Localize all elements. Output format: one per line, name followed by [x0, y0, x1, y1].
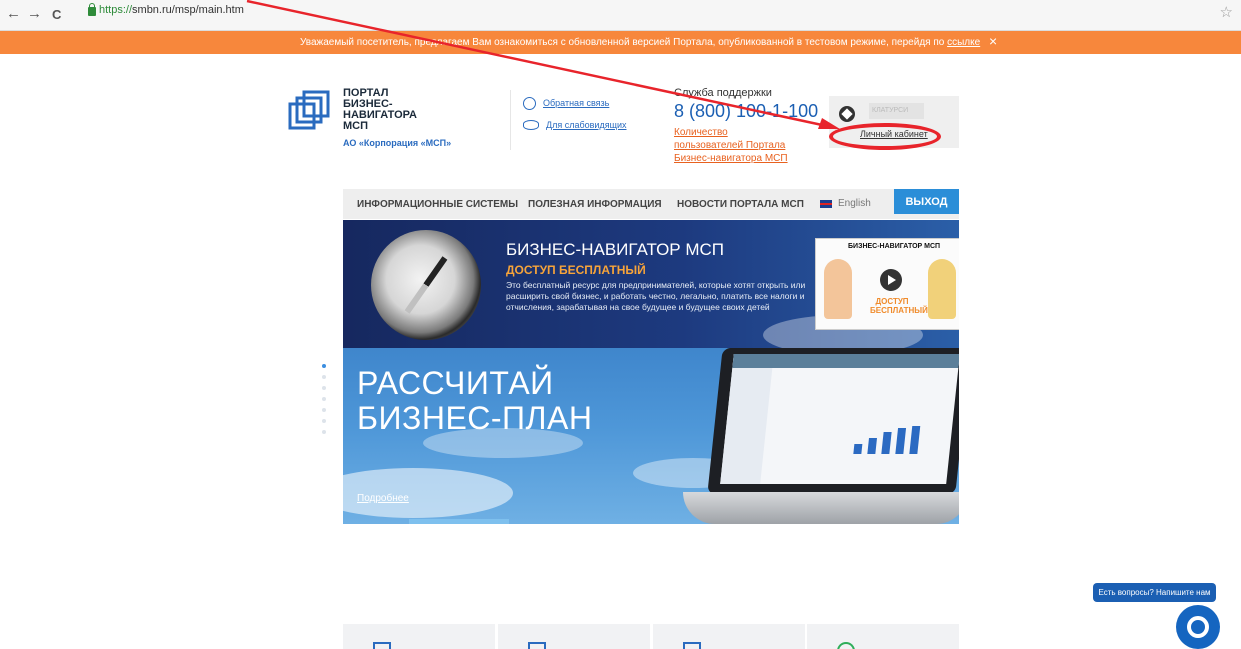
address-bar[interactable]: https://smbn.ru/msp/main.htm — [99, 4, 244, 16]
slider-dot[interactable] — [322, 430, 326, 434]
service-card[interactable] — [343, 624, 495, 649]
slide-title-line: РАССЧИТАЙ — [357, 365, 554, 401]
laptop-ui-header — [732, 354, 959, 368]
laptop-ui-chart-bar — [853, 444, 863, 454]
slider-dot[interactable] — [322, 397, 326, 401]
hero-subtitle: ДОСТУП БЕСПЛАТНЫЙ — [506, 263, 646, 277]
video-thumbnail[interactable]: БИЗНЕС-НАВИГАТОР МСП ДОСТУП БЕСПЛАТНЫЙ — [815, 238, 959, 330]
portal-logo-icon[interactable] — [288, 90, 332, 134]
eye-icon — [523, 120, 539, 130]
support-phone[interactable]: 8 (800) 100-1-100 — [674, 101, 818, 122]
page: ← → C https://smbn.ru/msp/main.htm ☆ Ува… — [0, 0, 1241, 649]
support-label: Служба поддержки — [674, 87, 772, 99]
logo-line: МСП — [343, 120, 369, 132]
portal-logo-text[interactable]: ПОРТАЛ БИЗНЕС- НАВИГАТОРА МСП — [343, 88, 417, 132]
slider-dots — [322, 364, 328, 441]
hero-description: Это бесплатный ресурс для предпринимател… — [506, 280, 806, 312]
hero-banner[interactable]: БИЗНЕС-НАВИГАТОР МСП ДОСТУП БЕСПЛАТНЫЙ Э… — [343, 220, 959, 348]
url-path: smbn.ru/msp/main.htm — [132, 4, 244, 16]
service-card[interactable] — [653, 624, 805, 649]
chat-bubble-icon[interactable] — [1176, 605, 1220, 649]
slider-dot[interactable] — [322, 386, 326, 390]
hero-title: БИЗНЕС-НАВИГАТОР МСП — [506, 240, 725, 259]
chat-prompt-button[interactable]: Есть вопросы? Напишите нам — [1093, 583, 1216, 602]
browser-toolbar: ← → C https://smbn.ru/msp/main.htm ☆ — [0, 0, 1241, 31]
menu-item-useful-information[interactable]: ПОЛЕЗНАЯ ИНФОРМАЦИЯ — [528, 199, 662, 210]
close-icon[interactable]: × — [989, 33, 997, 49]
laptop-ui-chart-bar — [895, 428, 907, 454]
visually-impaired-link[interactable]: Для слабовидящих — [546, 120, 627, 130]
notice-banner: Уважаемый посетитель, предлагаем Вам озн… — [0, 31, 1241, 54]
promo-slider[interactable]: РАССЧИТАЙ БИЗНЕС-ПЛАН Подробнее — [343, 348, 959, 524]
feedback-row: Обратная связь — [523, 92, 627, 114]
laptop-ui-chart — [853, 424, 936, 454]
notice-text: Уважаемый посетитель, предлагаем Вам озн… — [300, 37, 945, 48]
cabinet-brand: КЛАТУРСИ — [869, 103, 924, 119]
slider-dot[interactable] — [322, 375, 326, 379]
feedback-link[interactable]: Обратная связь — [543, 98, 609, 108]
laptop-base — [683, 492, 959, 524]
users-count-link[interactable]: Количество пользователей Портала Бизнес-… — [674, 126, 799, 165]
notice-link[interactable]: ссылке — [947, 37, 980, 48]
back-arrow-icon[interactable]: ← — [6, 5, 21, 22]
slide-title-line: БИЗНЕС-ПЛАН — [357, 400, 593, 436]
laptop-ui-chart-bar — [881, 432, 892, 454]
circle-icon — [837, 642, 855, 649]
service-card[interactable] — [498, 624, 650, 649]
uk-flag-icon[interactable] — [820, 200, 832, 208]
laptop-screen-content — [720, 354, 959, 484]
forward-arrow-icon[interactable]: → — [27, 5, 42, 22]
compass-image — [371, 230, 481, 340]
slide-progress-bar — [409, 519, 509, 524]
slider-dot[interactable] — [322, 408, 326, 412]
video-title: БИЗНЕС-НАВИГАТОР МСП — [848, 243, 941, 250]
briefcase-icon — [528, 642, 546, 649]
lock-icon — [88, 3, 96, 16]
annotation-ellipse — [829, 123, 941, 150]
header-divider — [510, 90, 511, 150]
menu-item-portal-news[interactable]: НОВОСТИ ПОРТАЛА МСП — [677, 199, 804, 210]
logout-button[interactable]: ВЫХОД — [894, 189, 959, 214]
person-left-illustration — [824, 259, 852, 319]
document-icon — [373, 642, 391, 649]
notice-text-container: Уважаемый посетитель, предлагаем Вам озн… — [300, 37, 980, 48]
video-badge: ДОСТУП БЕСПЛАТНЫЙ — [870, 297, 928, 315]
laptop-ui-chart-bar — [867, 438, 878, 454]
slide-title: РАССЧИТАЙ БИЗНЕС-ПЛАН — [357, 366, 593, 436]
bookmark-star-icon[interactable]: ☆ — [1220, 3, 1233, 21]
corporation-name: АО «Корпорация «МСП» — [343, 138, 452, 148]
person-right-illustration — [928, 259, 956, 319]
main-menu: ИНФОРМАЦИОННЫЕ СИСТЕМЫ ПОЛЕЗНАЯ ИНФОРМАЦ… — [343, 189, 959, 219]
service-cards — [343, 624, 959, 649]
url-protocol: https:// — [99, 4, 133, 16]
more-link[interactable]: Подробнее — [357, 493, 409, 504]
play-icon[interactable] — [880, 269, 902, 291]
laptop-ui-chart-bar — [909, 426, 921, 454]
menu-item-information-systems[interactable]: ИНФОРМАЦИОННЫЕ СИСТЕМЫ — [357, 199, 518, 210]
monitor-icon — [683, 642, 701, 649]
service-card[interactable] — [807, 624, 959, 649]
support-block: Служба поддержки 8 (800) 100-1-100 Колич… — [674, 87, 818, 165]
compass-icon — [839, 106, 855, 122]
impaired-row: Для слабовидящих — [523, 114, 627, 136]
globe-icon — [523, 96, 536, 110]
slider-dot-active[interactable] — [322, 364, 326, 368]
slider-dot[interactable] — [322, 419, 326, 423]
compass-needle — [404, 256, 448, 314]
reload-icon[interactable]: C — [52, 7, 61, 22]
language-english-link[interactable]: English — [838, 198, 871, 209]
header-links: Обратная связь Для слабовидящих — [523, 92, 627, 136]
